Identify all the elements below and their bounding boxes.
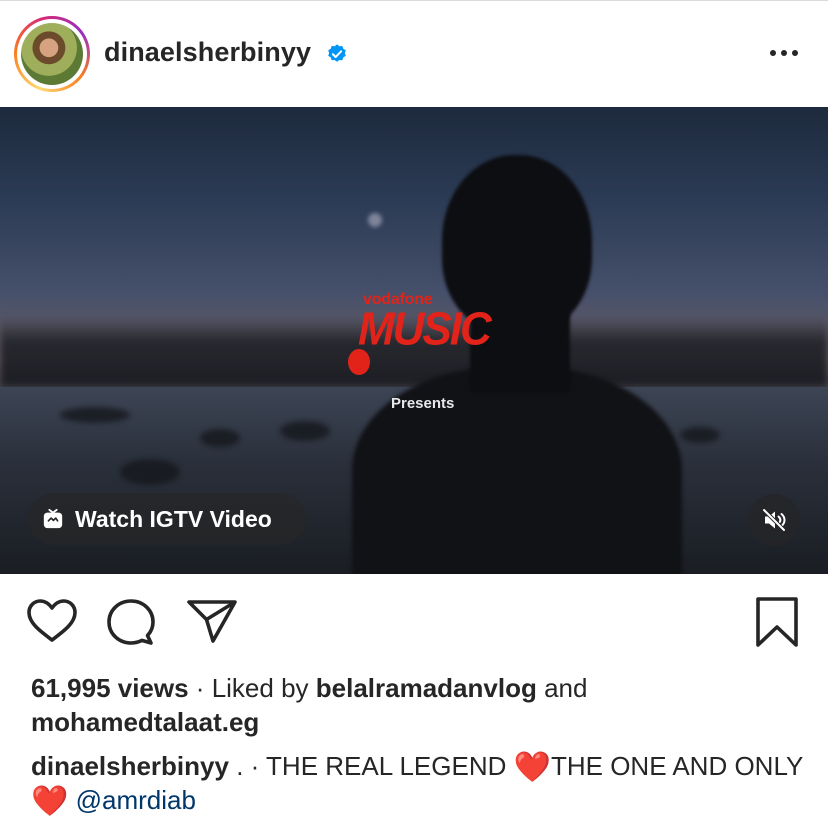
- music-note-icon: [348, 349, 370, 375]
- caption-author-link[interactable]: dinaelsherbinyy: [31, 751, 229, 781]
- liker-link[interactable]: belalramadanvlog: [316, 673, 537, 703]
- likes-summary: 61,995 views · Liked by belalramadanvlog…: [31, 671, 811, 739]
- bookmark-icon[interactable]: [754, 596, 800, 648]
- muted-speaker-icon: [762, 508, 786, 532]
- paper-plane-icon[interactable]: [186, 598, 238, 644]
- watch-igtv-label: Watch IGTV Video: [75, 506, 272, 532]
- more-options-icon[interactable]: [764, 41, 804, 65]
- video-media[interactable]: vodafone MUSIC Presents Watch IGTV Video: [0, 107, 828, 574]
- view-count[interactable]: 61,995 views: [31, 673, 189, 703]
- red-heart-emoji: ❤️: [31, 785, 69, 818]
- story-ring[interactable]: [14, 16, 90, 92]
- mention-link[interactable]: @amrdiab: [76, 785, 196, 815]
- comment-icon[interactable]: [106, 598, 156, 646]
- post-header: dinaelsherbinyy: [0, 1, 828, 107]
- caption-text: THE ONE AND ONLY: [550, 751, 803, 781]
- vodafone-music-logo: vodafone MUSIC: [346, 291, 506, 391]
- separator: ·: [188, 673, 212, 703]
- presents-label: Presents: [391, 395, 455, 412]
- liked-by-label: Liked by: [211, 673, 316, 703]
- action-bar: [0, 574, 828, 670]
- watch-igtv-button[interactable]: Watch IGTV Video: [28, 493, 306, 545]
- and-label: and: [536, 673, 588, 703]
- liker-link[interactable]: mohamedtalaat.eg: [31, 707, 259, 737]
- caption-text: . · THE REAL LEGEND: [228, 751, 514, 781]
- avatar[interactable]: [21, 23, 83, 85]
- igtv-icon: [43, 508, 63, 529]
- post-caption: dinaelsherbinyy . · THE REAL LEGEND ❤️TH…: [31, 750, 821, 818]
- heart-icon[interactable]: [26, 598, 78, 644]
- mute-toggle-button[interactable]: [748, 494, 800, 546]
- username-link[interactable]: dinaelsherbinyy: [104, 37, 311, 68]
- verified-badge-icon: [328, 44, 346, 62]
- red-heart-emoji: ❤️: [513, 751, 551, 784]
